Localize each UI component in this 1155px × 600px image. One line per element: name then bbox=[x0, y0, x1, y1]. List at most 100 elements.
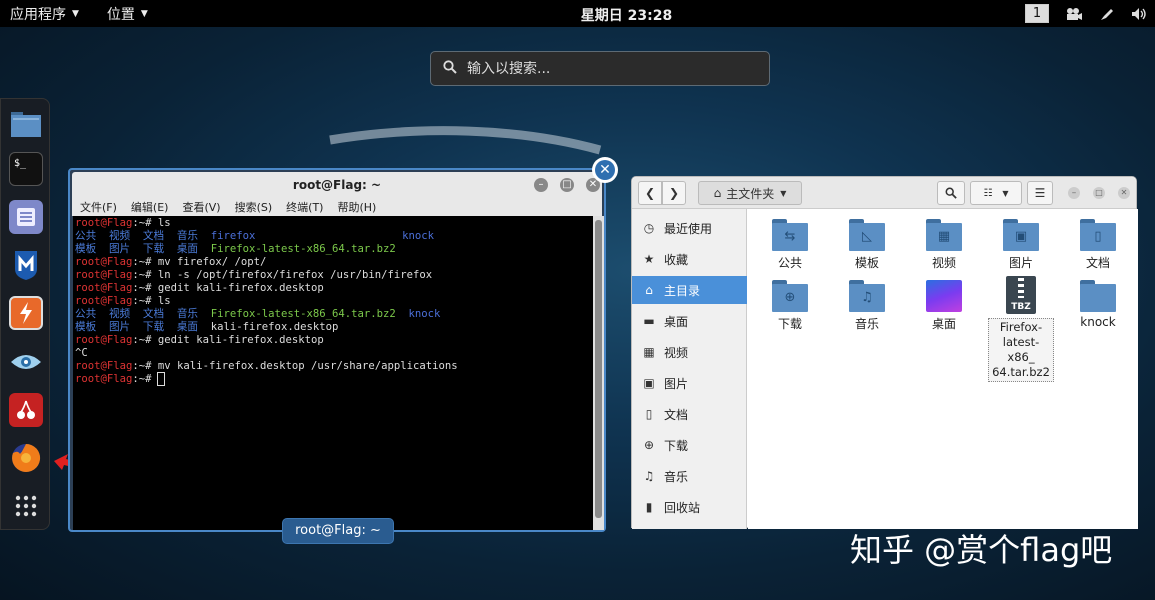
sidebar-item-label: 音乐 bbox=[664, 469, 689, 484]
cherrytree-icon[interactable] bbox=[9, 393, 43, 427]
sidebar-item-label: 下载 bbox=[664, 438, 689, 453]
video-camera-icon[interactable] bbox=[1065, 7, 1083, 21]
close-icon[interactable]: ✕ bbox=[1118, 187, 1130, 199]
window-label[interactable]: root@Flag: ~ bbox=[282, 518, 394, 544]
pen-icon[interactable] bbox=[1099, 6, 1115, 22]
menu-edit[interactable]: 编辑(E) bbox=[131, 199, 169, 215]
folder-icon: ⊕ bbox=[772, 280, 808, 312]
terminal-line: 公共 视频 文档 音乐 Firefox-latest-x86_64.tar.bz… bbox=[75, 308, 593, 321]
prompt-suffix: :~# bbox=[132, 334, 158, 346]
terminal-line: root@Flag:~# gedit kali-firefox.desktop bbox=[75, 282, 593, 295]
menu-file[interactable]: 文件(F) bbox=[80, 199, 117, 215]
window-close-button[interactable]: ✕ bbox=[592, 157, 618, 183]
ls-dir: 公共 视频 文档 音乐 bbox=[75, 230, 211, 242]
file-item[interactable]: ▦ 视频 bbox=[910, 219, 978, 271]
sidebar-item[interactable]: ▦ 视频 bbox=[632, 338, 747, 366]
sidebar-item[interactable]: ★ 收藏 bbox=[632, 245, 747, 273]
terminal-output[interactable]: root@Flag:~# ls 公共 视频 文档 音乐 firefox knock… bbox=[73, 216, 593, 530]
sidebar-item-label: 视频 bbox=[664, 345, 689, 360]
menu-button[interactable]: ☰ bbox=[1027, 181, 1053, 205]
file-manager-window[interactable]: ❮ ❯ ⌂ 主文件夹 ▼ ☷ ▼ ☰ – □ ✕ ◷ 最近使用 ★ 收藏 ⌂ 主目录 ▬ 桌面… bbox=[631, 176, 1138, 529]
terminal-title[interactable]: root@Flag: ~ bbox=[72, 172, 602, 198]
prompt-suffix: :~# bbox=[132, 256, 158, 268]
prompt-suffix: :~# bbox=[132, 217, 158, 229]
prompt-user: root@Flag bbox=[75, 217, 133, 229]
file-item[interactable]: ♫ 音乐 bbox=[833, 280, 901, 332]
prompt-suffix: :~# bbox=[132, 269, 158, 281]
terminal-line: 公共 视频 文档 音乐 firefox knock bbox=[75, 230, 593, 243]
folder-icon bbox=[1080, 280, 1116, 312]
terminal-text: ^C bbox=[75, 347, 88, 359]
file-manager-sidebar: ◷ 最近使用 ★ 收藏 ⌂ 主目录 ▬ 桌面 ▦ 视频 ▣ 图片 ▯ 文档 ⊕ 下载 ♫ 音乐 ▮ 回收站 bbox=[632, 209, 747, 529]
top-bar: 应用程序 ▼ 位置 ▼ 星期日 23:28 1 bbox=[0, 0, 1155, 27]
file-name: knock bbox=[1080, 315, 1116, 329]
file-name: 音乐 bbox=[854, 317, 879, 331]
search-box[interactable] bbox=[430, 51, 770, 86]
command-text: mv kali-firefox.desktop /usr/share/appli… bbox=[157, 360, 458, 372]
terminal-line: ^C bbox=[75, 347, 593, 360]
ls-file: Firefox-latest-x86_64.tar.bz2 bbox=[210, 243, 396, 255]
burpsuite-icon[interactable] bbox=[9, 296, 43, 330]
firefox-icon[interactable] bbox=[9, 441, 43, 475]
sidebar-item[interactable]: ▬ 桌面 bbox=[632, 307, 747, 335]
file-name: 下载 bbox=[777, 317, 802, 331]
location-button[interactable]: ⌂ 主文件夹 ▼ bbox=[698, 181, 802, 205]
location-label: 主文件夹 bbox=[726, 186, 775, 201]
eye-icon[interactable] bbox=[9, 345, 43, 379]
file-item[interactable]: TBZ Firefox-latest-x86_ 64.tar.bz2 bbox=[987, 276, 1055, 382]
watermark: 知乎 @赏个flag吧 bbox=[850, 531, 1113, 569]
forward-button[interactable]: ❯ bbox=[662, 181, 686, 205]
file-item[interactable]: knock bbox=[1064, 280, 1132, 329]
clock[interactable]: 星期日 23:28 bbox=[0, 5, 1155, 25]
file-item[interactable]: ⊕ 下载 bbox=[756, 280, 824, 332]
file-item[interactable]: ▯ 文档 bbox=[1064, 219, 1132, 271]
files-icon[interactable] bbox=[9, 107, 43, 141]
sidebar-item[interactable]: ⌂ 主目录 bbox=[632, 276, 747, 304]
folder-icon: ⇆ bbox=[772, 219, 808, 251]
file-item[interactable]: ⇆ 公共 bbox=[756, 219, 824, 271]
desktop-icon: ▬ bbox=[643, 314, 655, 328]
minimize-icon[interactable]: – bbox=[534, 178, 548, 192]
menu-terminal[interactable]: 终端(T) bbox=[286, 199, 323, 215]
sidebar-item[interactable]: ◷ 最近使用 bbox=[632, 214, 747, 242]
clock-icon: ◷ bbox=[643, 221, 655, 235]
minimize-icon[interactable]: – bbox=[1068, 187, 1080, 199]
app-grid-icon[interactable] bbox=[9, 489, 43, 523]
prompt-suffix: :~# bbox=[132, 360, 158, 372]
sidebar-item[interactable]: ▯ 文档 bbox=[632, 400, 747, 428]
menu-search[interactable]: 搜索(S) bbox=[235, 199, 273, 215]
file-item[interactable]: 桌面 bbox=[910, 280, 978, 332]
workspace-indicator[interactable]: 1 bbox=[1025, 4, 1049, 23]
menu-view[interactable]: 查看(V) bbox=[182, 199, 220, 215]
text-editor-icon[interactable] bbox=[9, 200, 43, 234]
metasploit-icon[interactable] bbox=[9, 248, 43, 282]
menu-help[interactable]: 帮助(H) bbox=[337, 199, 376, 215]
search-input[interactable] bbox=[467, 60, 747, 77]
file-manager-header: ❮ ❯ ⌂ 主文件夹 ▼ ☷ ▼ ☰ – □ ✕ bbox=[632, 177, 1136, 209]
view-options-button[interactable]: ☷ ▼ bbox=[970, 181, 1022, 205]
file-name: 文档 bbox=[1085, 256, 1110, 270]
hamburger-icon: ☰ bbox=[1034, 186, 1046, 200]
file-item[interactable]: ▣ 图片 bbox=[987, 219, 1055, 271]
volume-icon[interactable] bbox=[1131, 7, 1147, 21]
search-button[interactable] bbox=[937, 181, 965, 205]
terminal-menubar: 文件(F) 编辑(E) 查看(V) 搜索(S) 终端(T) 帮助(H) bbox=[72, 198, 602, 216]
sidebar-item[interactable]: ▮ 回收站 bbox=[632, 493, 747, 521]
prompt-suffix: :~# bbox=[132, 295, 158, 307]
ls-dir: 模板 图片 下载 桌面 bbox=[75, 243, 211, 255]
back-button[interactable]: ❮ bbox=[638, 181, 662, 205]
sidebar-item-label: 图片 bbox=[664, 376, 689, 391]
maximize-icon[interactable]: □ bbox=[1093, 187, 1105, 199]
maximize-icon[interactable]: □ bbox=[560, 178, 574, 192]
file-item[interactable]: ◺ 模板 bbox=[833, 219, 901, 271]
sidebar-item[interactable]: ⊕ 下载 bbox=[632, 431, 747, 459]
terminal-scrollbar[interactable] bbox=[593, 216, 604, 530]
file-grid: ⇆ 公共 ◺ 模板 ▦ 视频 ▣ 图片 ▯ 文档 ⊕ 下载 ♫ 音乐 桌面 TBZ Firefox-latest… bbox=[748, 209, 1138, 529]
sidebar-item[interactable]: ♫ 音乐 bbox=[632, 462, 747, 490]
terminal-window[interactable]: root@Flag: ~ – □ ✕ 文件(F) 编辑(E) 查看(V) 搜索(… bbox=[68, 168, 606, 532]
scrollbar-thumb[interactable] bbox=[595, 220, 602, 518]
sidebar-item[interactable]: ▣ 图片 bbox=[632, 369, 747, 397]
sidebar-item-label: 桌面 bbox=[664, 314, 689, 329]
terminal-icon[interactable]: $_ bbox=[9, 152, 43, 186]
ls-dir: 模板 图片 下载 桌面 bbox=[75, 321, 211, 333]
